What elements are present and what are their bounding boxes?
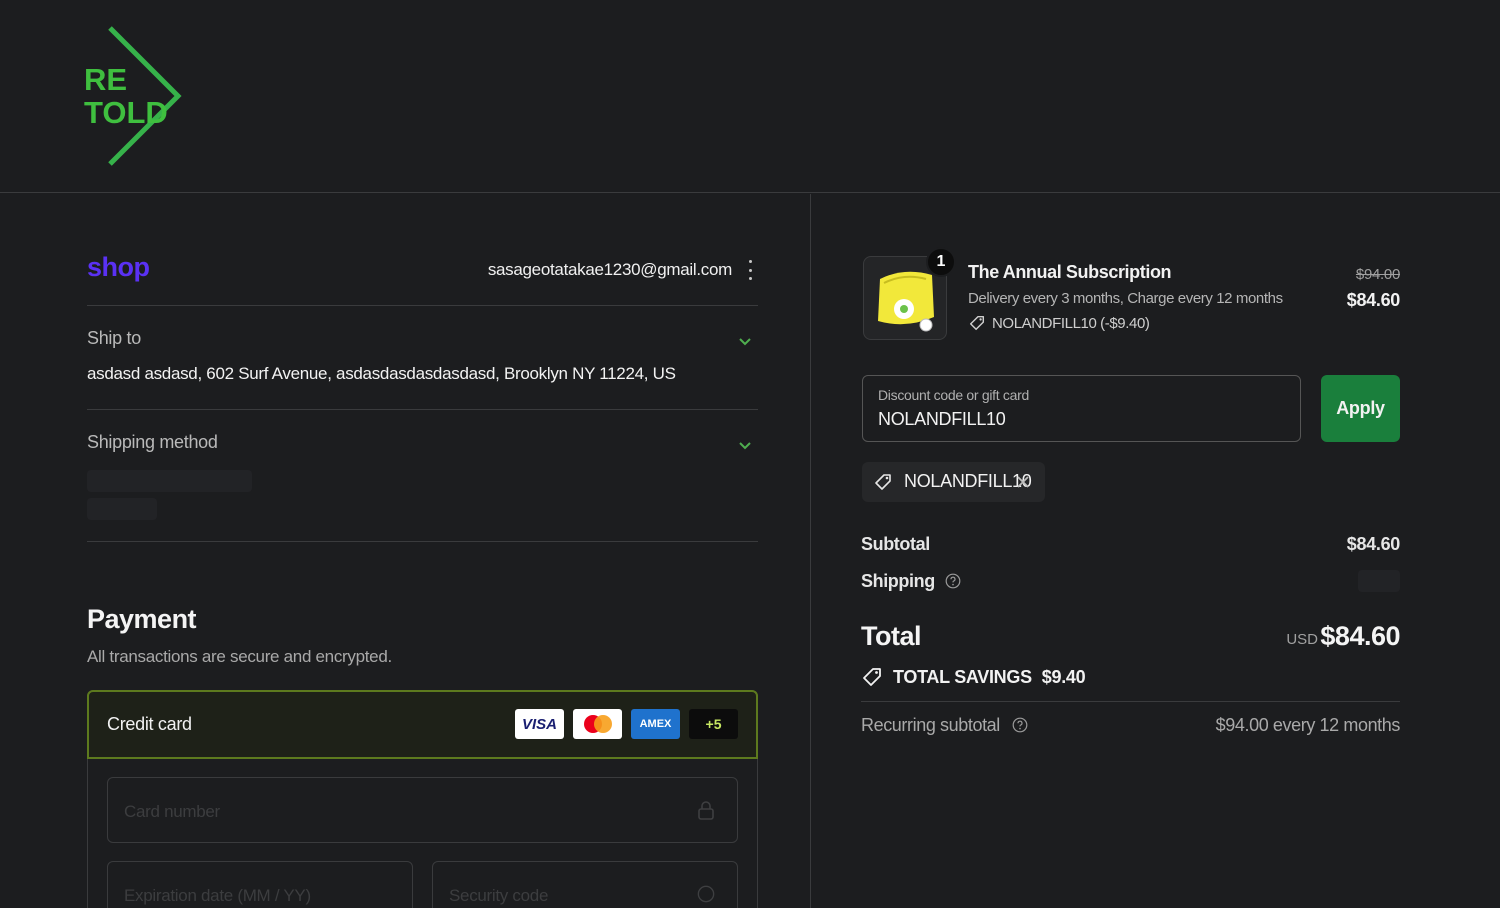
recurring-label: Recurring subtotal (861, 715, 1000, 735)
question-icon[interactable] (1012, 717, 1028, 733)
credit-card-option[interactable]: Credit card VISA AMEX +5 (87, 690, 758, 759)
shipping-label: Shipping (861, 571, 935, 591)
expiry-field[interactable]: Expiration date (MM / YY) (107, 861, 413, 908)
applied-discount-chip: NOLANDFILL10 (862, 462, 1045, 502)
product-description: Delivery every 3 months, Charge every 12… (968, 290, 1283, 307)
discount-value: NOLANDFILL10 (878, 409, 1006, 429)
payment-title: Payment (87, 604, 197, 634)
expiry-placeholder: Expiration date (MM / YY) (124, 886, 311, 905)
shipping-method-section[interactable]: Shipping method (87, 410, 758, 542)
discount-placeholder: Discount code or gift card (878, 387, 1029, 403)
shipping-loading-skeleton (1358, 570, 1400, 592)
security-code-placeholder: Security code (449, 886, 549, 905)
security-code-field[interactable]: Security code (432, 861, 738, 908)
original-price: $94.00 (1355, 266, 1400, 283)
ship-to-address: asdasd asdasd, 602 Surf Avenue, asdasdas… (87, 364, 676, 383)
recurring-subtotal-row: Recurring subtotal (861, 715, 1028, 736)
apply-button[interactable]: Apply (1321, 375, 1400, 442)
shipping-method-label: Shipping method (87, 432, 218, 452)
more-cards-badge: +5 (689, 709, 738, 739)
card-brand-logos: VISA AMEX +5 (515, 709, 738, 739)
loading-skeleton (87, 470, 252, 492)
payment-subtitle: All transactions are secure and encrypte… (87, 647, 392, 666)
applied-discount-code: NOLANDFILL10 (904, 471, 1032, 491)
savings-label: TOTAL SAVINGS (893, 666, 1032, 687)
recurring-value: $94.00 every 12 months (1215, 715, 1401, 735)
kebab-menu-icon[interactable] (746, 260, 754, 280)
subtotal-label: Subtotal (861, 534, 930, 554)
savings-value: $9.40 (1041, 666, 1086, 687)
question-icon[interactable] (945, 573, 961, 589)
loading-skeleton (87, 498, 157, 520)
ship-to-section[interactable]: Ship to asdasd asdasd, 602 Surf Avenue, … (87, 306, 758, 410)
product-discount-text: NOLANDFILL10 (-$9.40) (992, 314, 1150, 332)
ship-to-label: Ship to (87, 328, 141, 348)
lock-icon (698, 801, 714, 820)
product-name: The Annual Subscription (968, 262, 1172, 282)
card-number-field[interactable]: Card number (107, 777, 738, 843)
discount-code-field[interactable]: Discount code or gift card NOLANDFILL10 (862, 375, 1301, 442)
shop-pay-account: shop sasageotatakae1230@gmail.com (87, 246, 758, 306)
credit-card-panel: Credit card VISA AMEX +5 Card number Exp… (87, 690, 758, 908)
visa-icon: VISA (515, 709, 564, 739)
total-currency: USD (1286, 631, 1318, 648)
retold-logo[interactable]: RE TOLD (80, 22, 190, 170)
order-summary: 1 The Annual Subscription Delivery every… (811, 194, 1500, 908)
chevron-down-icon[interactable] (738, 334, 752, 348)
total-label: Total (861, 621, 922, 651)
mastercard-icon (573, 709, 622, 739)
quantity-badge: 1 (926, 247, 956, 277)
credit-card-label: Credit card (107, 714, 192, 734)
amex-icon: AMEX (631, 709, 680, 739)
checkout-form: shop sasageotatakae1230@gmail.com Ship t… (0, 194, 810, 908)
tag-icon (863, 668, 881, 686)
summary-divider (861, 701, 1400, 702)
close-icon[interactable] (1014, 473, 1032, 491)
header: RE TOLD (0, 0, 1500, 193)
product-discount: NOLANDFILL10 (-$9.40) (968, 314, 1150, 332)
logo-text-re: RE (84, 62, 127, 97)
question-icon[interactable] (697, 884, 715, 904)
tag-icon (969, 315, 985, 331)
account-email: sasageotatakae1230@gmail.com (487, 260, 732, 279)
shop-pay-logo: shop (87, 252, 150, 282)
shipping-row: Shipping (861, 571, 961, 592)
chevron-down-icon[interactable] (738, 438, 752, 452)
subtotal-value: $84.60 (1346, 534, 1401, 554)
logo-text-told: TOLD (84, 95, 168, 130)
card-number-placeholder: Card number (124, 802, 220, 821)
tag-icon (875, 474, 891, 490)
current-price: $84.60 (1346, 290, 1401, 310)
total-savings: TOTAL SAVINGS $9.40 (861, 666, 1086, 688)
total-value: $84.60 (1320, 621, 1400, 651)
